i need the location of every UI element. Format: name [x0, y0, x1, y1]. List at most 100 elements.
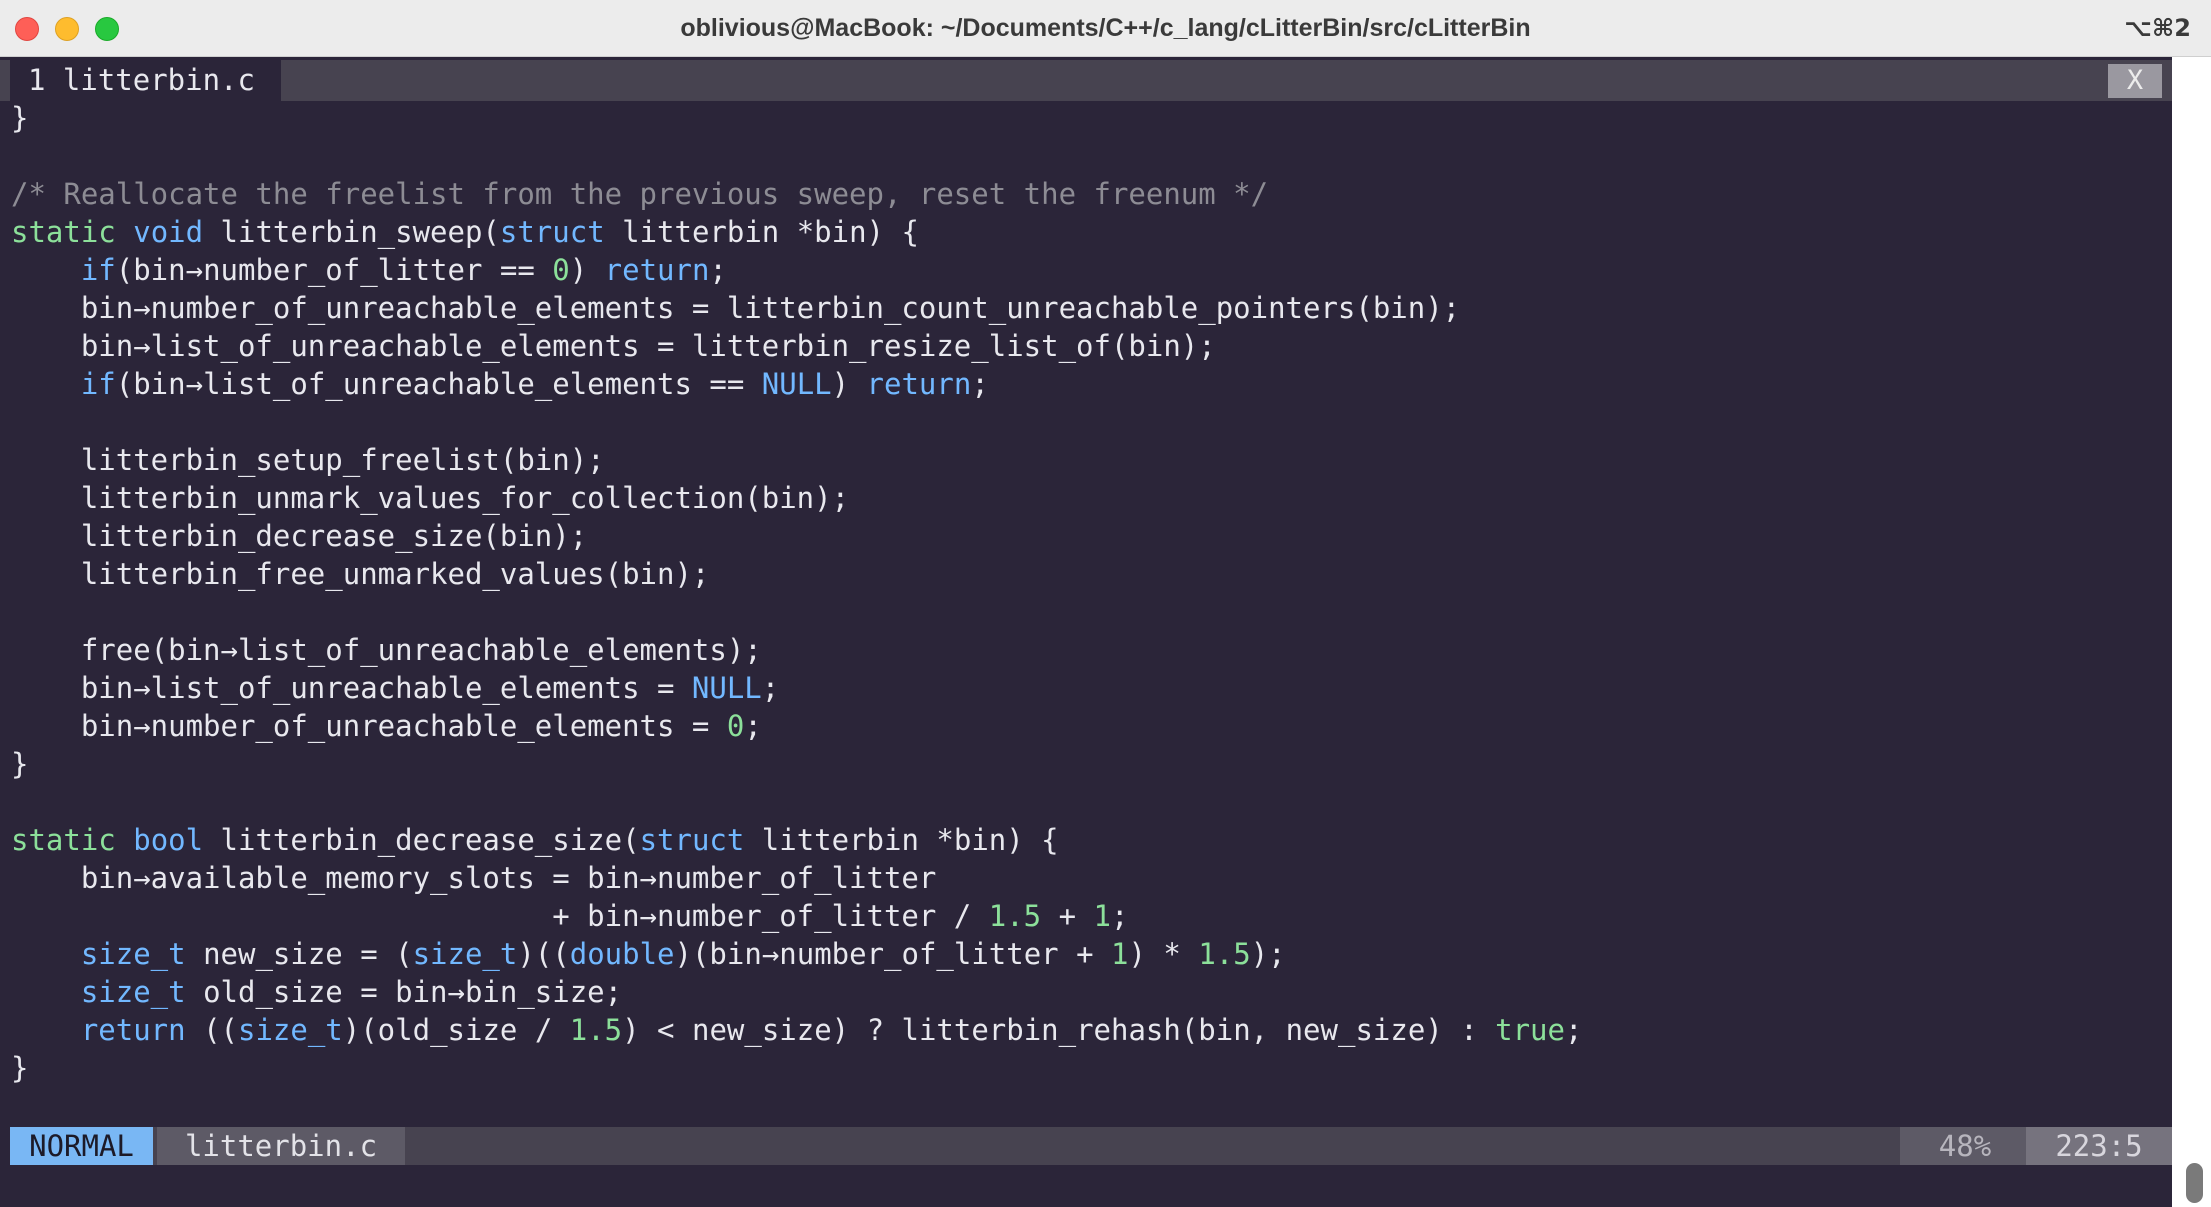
code-token: ;: [744, 709, 762, 743]
code-token: bin→list_of_unreachable_elements = litte…: [11, 329, 1216, 363]
code-token: 0: [726, 709, 745, 743]
terminal-window: oblivious@MacBook: ~/Documents/C++/c_lan…: [0, 0, 2211, 1207]
code-token: static: [11, 823, 116, 857]
code-token: )(bin→number_of_litter +: [674, 937, 1112, 971]
code-token: return: [866, 367, 972, 401]
code-line: if(bin→list_of_unreachable_elements == N…: [11, 365, 2171, 403]
code-token: ;: [971, 367, 989, 401]
code-line: litterbin_unmark_values_for_collection(b…: [11, 479, 2171, 517]
code-line: bin→available_memory_slots = bin→number_…: [11, 859, 2171, 897]
window-shortcut-label: ⌥⌘2: [2124, 14, 2191, 42]
code-token: ;: [1110, 899, 1129, 933]
code-token: true: [1495, 1013, 1565, 1047]
code-token: +: [1041, 899, 1094, 933]
code-line: if(bin→number_of_litter == 0) return;: [11, 251, 2171, 289]
code-token: ) *: [1128, 937, 1199, 971]
code-token: free(bin→list_of_unreachable_elements);: [11, 633, 762, 667]
code-token: litterbin_sweep(: [203, 215, 500, 249]
code-token: bin→number_of_unreachable_elements =: [11, 709, 727, 743]
code-line: free(bin→list_of_unreachable_elements);: [11, 631, 2171, 669]
tab-litterbin-c[interactable]: 1 litterbin.c: [10, 60, 281, 101]
code-token: bool: [133, 823, 204, 857]
code-token: return: [604, 253, 710, 287]
code-token: (bin→list_of_unreachable_elements ==: [115, 367, 762, 401]
code-token: bin→number_of_unreachable_elements = lit…: [11, 291, 1461, 325]
scrollbar-thumb[interactable]: [2186, 1163, 2203, 1203]
code-token: double: [569, 937, 675, 971]
scroll-percent: 48%: [1900, 1127, 2030, 1165]
code-token: ;: [1564, 1013, 1583, 1047]
code-token: ): [831, 367, 867, 401]
code-token: old_size = bin→bin_size;: [185, 975, 623, 1009]
code-token: return: [80, 1013, 186, 1047]
code-token: struct: [639, 823, 745, 857]
code-token: 1.5: [1198, 937, 1251, 971]
code-token: ) < new_size) ? litterbin_rehash(bin, ne…: [622, 1013, 1496, 1047]
code-token: }: [11, 1051, 29, 1085]
vim-tabline: 1 litterbin.c X: [0, 60, 2172, 101]
code-line: litterbin_free_unmarked_values(bin);: [11, 555, 2171, 593]
code-token: bin→available_memory_slots = bin→number_…: [11, 861, 937, 895]
code-token: size_t: [80, 975, 186, 1009]
code-token: 1: [1111, 937, 1129, 971]
code-token: if: [80, 367, 116, 401]
code-token: litterbin_decrease_size(: [203, 823, 640, 857]
code-line: + bin→number_of_litter / 1.5 + 1;: [11, 897, 2171, 935]
code-token: litterbin *bin) {: [604, 215, 919, 249]
status-filename: litterbin.c: [157, 1127, 405, 1165]
code-token: 1.5: [569, 1013, 623, 1047]
code-token: litterbin_decrease_size(bin);: [11, 519, 588, 553]
code-line: size_t old_size = bin→bin_size;: [11, 973, 2171, 1011]
code-line: }: [11, 99, 2171, 137]
cursor-position: 223:5: [2026, 1127, 2172, 1165]
code-token: 1: [1093, 899, 1111, 933]
code-line: static void litterbin_sweep(struct litte…: [11, 213, 2171, 251]
code-token: litterbin_free_unmarked_values(bin);: [11, 557, 710, 591]
code-token: )(old_size /: [342, 1013, 570, 1047]
scrollbar-track[interactable]: [2172, 57, 2211, 1207]
code-line: }: [11, 745, 2171, 783]
code-editor[interactable]: } /* Reallocate the freelist from the pr…: [11, 99, 2171, 1087]
code-line: litterbin_decrease_size(bin);: [11, 517, 2171, 555]
code-token: bin→list_of_unreachable_elements =: [11, 671, 692, 705]
code-token: new_size = (: [185, 937, 413, 971]
code-token: ): [569, 253, 605, 287]
code-token: ;: [761, 671, 780, 705]
code-token: if: [80, 253, 116, 287]
code-token: size_t: [412, 937, 518, 971]
code-token: size_t: [80, 937, 186, 971]
code-token: NULL: [691, 671, 762, 705]
code-line: static bool litterbin_decrease_size(stru…: [11, 821, 2171, 859]
code-token: litterbin_unmark_values_for_collection(b…: [11, 481, 850, 515]
code-line: bin→number_of_unreachable_elements = 0;: [11, 707, 2171, 745]
code-line: return ((size_t)(old_size / 1.5) < new_s…: [11, 1011, 2171, 1049]
title-bar[interactable]: oblivious@MacBook: ~/Documents/C++/c_lan…: [0, 0, 2211, 57]
code-token: );: [1250, 937, 1286, 971]
tab-close-button[interactable]: X: [2108, 64, 2162, 98]
code-token: static: [11, 215, 116, 249]
code-token: NULL: [761, 367, 832, 401]
code-token: 0: [552, 253, 570, 287]
code-token: void: [133, 215, 204, 249]
code-token: + bin→number_of_litter /: [11, 899, 989, 933]
code-token: /* Reallocate the freelist from the prev…: [11, 177, 1269, 211]
code-line: }: [11, 1049, 2171, 1087]
code-token: litterbin_setup_freelist(bin);: [11, 443, 605, 477]
code-token: )((: [517, 937, 570, 971]
code-line: size_t new_size = (size_t)((double)(bin→…: [11, 935, 2171, 973]
code-token: 1.5: [988, 899, 1042, 933]
code-token: ((: [185, 1013, 238, 1047]
code-token: litterbin *bin) {: [744, 823, 1059, 857]
mode-indicator: NORMAL: [10, 1127, 153, 1165]
code-token: size_t: [238, 1013, 343, 1047]
code-token: }: [11, 747, 29, 781]
